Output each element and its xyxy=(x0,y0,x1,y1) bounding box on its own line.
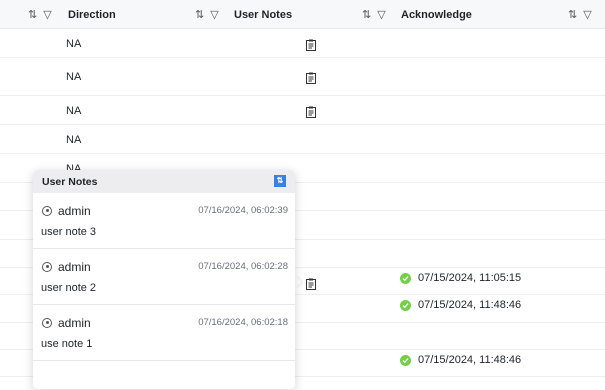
table-row[interactable]: NA xyxy=(0,29,605,58)
user-notes-popup: User Notes ⇅ admin 07/16/2024, 06:02:39 us… xyxy=(33,170,295,389)
table-row[interactable]: NA xyxy=(0,58,605,96)
user-icon xyxy=(42,206,52,216)
check-circle-icon xyxy=(400,299,411,311)
note-author-name: admin xyxy=(58,316,91,330)
direction-cell: NA xyxy=(66,38,82,50)
sort-icon[interactable]: ⇅ xyxy=(28,8,37,21)
column-header-direction[interactable]: Direction xyxy=(68,0,116,29)
note-item: admin 07/16/2024, 06:02:28 user note 2 xyxy=(33,249,295,305)
note-author: admin xyxy=(42,260,91,274)
direction-cell: NA xyxy=(66,105,82,117)
popup-header: User Notes ⇅ xyxy=(33,170,295,193)
note-author: admin xyxy=(42,204,91,218)
popup-title: User Notes xyxy=(42,175,98,188)
check-circle-icon xyxy=(400,272,411,284)
clipboard-icon[interactable] xyxy=(306,71,316,84)
filter-icon[interactable]: ▽ xyxy=(377,8,385,21)
sort-icon[interactable]: ⇅ xyxy=(568,8,577,21)
note-timestamp: 07/16/2024, 06:02:39 xyxy=(198,205,288,216)
note-timestamp: 07/16/2024, 06:02:18 xyxy=(198,317,288,328)
note-timestamp: 07/16/2024, 06:02:28 xyxy=(198,261,288,272)
sort-icon[interactable]: ⇅ xyxy=(195,8,204,21)
column-0-controls: ⇅ ▽ xyxy=(28,0,52,29)
acknowledge-time: 07/15/2024, 11:48:46 xyxy=(418,299,522,311)
user-icon xyxy=(42,262,52,272)
note-item: admin 07/16/2024, 06:02:18 use note 1 xyxy=(33,305,295,361)
clipboard-icon[interactable] xyxy=(306,105,316,118)
note-text: use note 1 xyxy=(41,338,93,350)
direction-cell: NA xyxy=(66,134,82,146)
direction-cell: NA xyxy=(66,71,82,83)
note-author-name: admin xyxy=(58,204,91,218)
note-author: admin xyxy=(42,316,91,330)
clipboard-icon[interactable] xyxy=(306,38,316,51)
column-2-controls: ⇅ ▽ xyxy=(362,0,386,29)
table-row[interactable]: NA xyxy=(0,96,605,125)
note-text: user note 2 xyxy=(41,282,97,294)
notes-list: admin 07/16/2024, 06:02:39 user note 3 admi… xyxy=(33,193,295,361)
acknowledge-time: 07/15/2024, 11:48:46 xyxy=(418,354,522,366)
check-circle-icon xyxy=(400,354,411,366)
filter-icon[interactable]: ▽ xyxy=(43,8,51,21)
sort-icon[interactable]: ⇅ xyxy=(274,175,286,187)
column-3-controls: ⇅ ▽ xyxy=(568,0,592,29)
table-header: ⇅ ▽ Direction ⇅ ▽ User Notes ⇅ ▽ Acknowl… xyxy=(0,0,605,29)
column-header-user-notes[interactable]: User Notes xyxy=(234,0,292,29)
note-text: user note 3 xyxy=(41,226,97,238)
acknowledge-cell: 07/15/2024, 11:48:46 xyxy=(400,299,521,311)
note-author-name: admin xyxy=(58,260,91,274)
filter-icon[interactable]: ▽ xyxy=(583,8,591,21)
acknowledge-time: 07/15/2024, 11:05:15 xyxy=(418,272,522,284)
note-item: admin 07/16/2024, 06:02:39 user note 3 xyxy=(33,193,295,249)
acknowledge-cell: 07/15/2024, 11:05:15 xyxy=(400,272,521,284)
column-header-acknowledge[interactable]: Acknowledge xyxy=(401,0,472,29)
acknowledge-cell: 07/15/2024, 11:48:46 xyxy=(400,354,521,366)
sort-icon[interactable]: ⇅ xyxy=(362,8,371,21)
table-row[interactable]: NA xyxy=(0,125,605,154)
user-icon xyxy=(42,318,52,328)
column-1-controls: ⇅ ▽ xyxy=(195,0,219,29)
clipboard-icon[interactable] xyxy=(306,277,316,290)
filter-icon[interactable]: ▽ xyxy=(210,8,218,21)
